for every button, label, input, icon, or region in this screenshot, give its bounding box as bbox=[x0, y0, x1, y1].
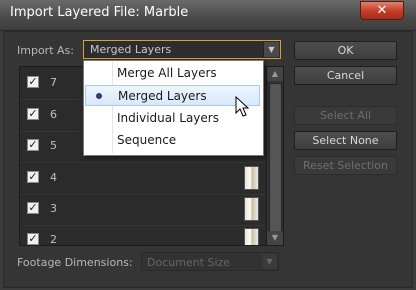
menu-item-sequence[interactable]: Sequence bbox=[85, 130, 260, 151]
layer-name: 5 bbox=[50, 139, 57, 152]
select-none-button[interactable]: Select None bbox=[294, 131, 397, 150]
cancel-button[interactable]: Cancel bbox=[294, 66, 397, 85]
mouse-cursor-icon bbox=[235, 96, 250, 117]
menu-item-merge-all-layers[interactable]: Merge All Layers bbox=[85, 63, 260, 84]
layer-thumbnail bbox=[244, 166, 259, 190]
scroll-down-icon[interactable]: ▼ bbox=[267, 231, 283, 245]
chevron-down-icon: ▼ bbox=[262, 254, 277, 269]
menu-item-label: Individual Layers bbox=[117, 111, 219, 125]
close-button[interactable]: ✕ bbox=[360, 1, 404, 20]
layer-name: 6 bbox=[50, 108, 57, 121]
layer-name: 7 bbox=[50, 76, 57, 89]
layer-list-scrollbar[interactable]: ▲ ▼ bbox=[266, 67, 283, 245]
menu-item-merged-layers[interactable]: Merged Layers bbox=[85, 85, 260, 106]
layer-checkbox[interactable]: ✓ bbox=[27, 171, 39, 183]
layer-checkbox[interactable]: ✓ bbox=[27, 233, 39, 245]
radio-bullet-icon bbox=[96, 93, 102, 99]
layer-row[interactable]: ✓ 3 bbox=[20, 193, 265, 226]
menu-item-label: Merged Layers bbox=[118, 89, 207, 103]
layer-checkbox[interactable]: ✓ bbox=[27, 139, 39, 151]
layer-checkbox[interactable]: ✓ bbox=[27, 76, 39, 88]
footage-dimensions-dropdown[interactable]: Document Size ▼ bbox=[141, 252, 279, 271]
menu-item-label: Merge All Layers bbox=[117, 66, 217, 80]
layer-name: 3 bbox=[50, 202, 57, 215]
layer-checkbox[interactable]: ✓ bbox=[27, 108, 39, 120]
footage-dimensions-value: Document Size bbox=[147, 256, 231, 269]
scrollbar-thumb[interactable] bbox=[269, 83, 282, 235]
import-as-dropdown[interactable]: Merged Layers ▼ bbox=[83, 40, 281, 59]
reset-selection-button[interactable]: Reset Selection bbox=[294, 156, 397, 175]
import-as-value: Merged Layers bbox=[90, 43, 172, 56]
layer-name: 4 bbox=[50, 171, 57, 184]
close-icon: ✕ bbox=[376, 3, 388, 18]
layer-row[interactable]: ✓ 4 bbox=[20, 162, 265, 195]
select-all-button[interactable]: Select All bbox=[294, 106, 397, 125]
layer-thumbnail bbox=[244, 228, 259, 245]
footage-dimensions-label: Footage Dimensions: bbox=[17, 256, 133, 269]
ok-button[interactable]: OK bbox=[294, 41, 397, 60]
layer-row[interactable]: ✓ 2 bbox=[20, 224, 265, 246]
menu-item-individual-layers[interactable]: Individual Layers bbox=[85, 108, 260, 129]
menu-item-label: Sequence bbox=[117, 133, 177, 147]
chevron-down-icon: ▼ bbox=[263, 42, 279, 57]
layer-checkbox[interactable]: ✓ bbox=[27, 202, 39, 214]
layer-thumbnail bbox=[244, 197, 259, 221]
layer-name: 2 bbox=[50, 233, 57, 246]
window-title: Import Layered File: Marble bbox=[10, 5, 189, 20]
scroll-up-icon[interactable]: ▲ bbox=[267, 67, 283, 81]
import-as-label: Import As: bbox=[17, 44, 74, 57]
